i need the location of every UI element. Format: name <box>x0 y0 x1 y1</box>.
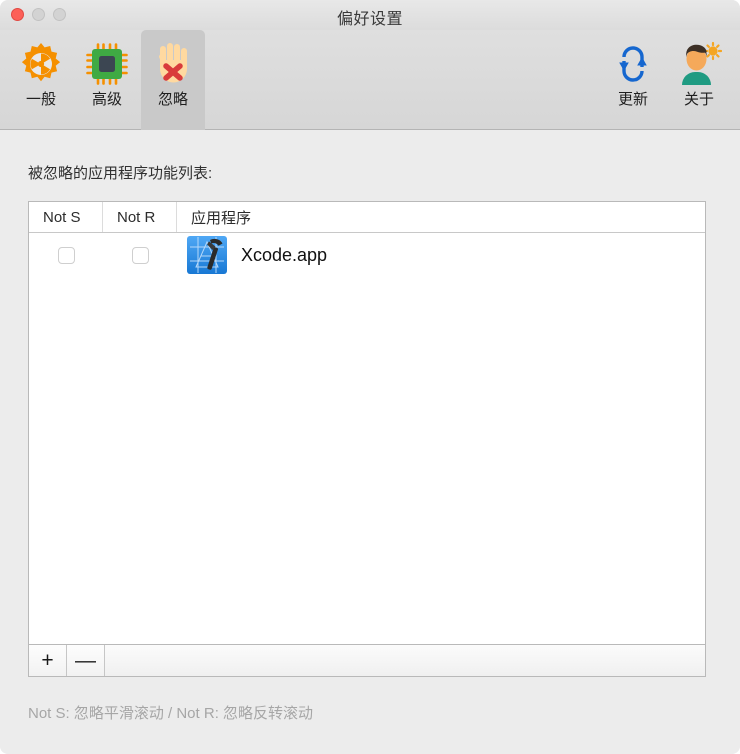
table-body: Xcode.app <box>29 233 705 644</box>
about-button[interactable]: 关于 <box>667 30 731 113</box>
page-title: 偏好设置 <box>336 11 403 28</box>
tab-ignore-label: 忽略 <box>157 91 188 108</box>
not-r-checkbox[interactable] <box>131 246 149 264</box>
table-action-bar: + — <box>28 645 706 677</box>
app-name-label: Xcode.app <box>241 244 328 265</box>
footnote-text: Not S: 忽略平滑滚动 / Not R: 忽略反转滚动 <box>28 705 314 722</box>
tab-advanced-label: 高级 <box>91 91 122 108</box>
raised-hand-x-icon <box>141 40 205 88</box>
tab-advanced[interactable]: 高级 <box>75 30 139 130</box>
add-button[interactable]: + <box>29 645 67 676</box>
preferences-window: 偏好设置 一般 高级 忽略 更新 关于 被忽略的应用程序功能列表: Not S … <box>0 0 740 754</box>
content-area: 被忽略的应用程序功能列表: Not S Not R 应用程序 Xcode.app… <box>0 130 740 753</box>
tab-general[interactable]: 一般 <box>9 30 73 130</box>
update-button[interactable]: 更新 <box>601 30 665 113</box>
table-header-row: Not S Not R 应用程序 <box>29 202 705 233</box>
toolbar-right-group: 更新 关于 <box>600 30 732 113</box>
tab-general-label: 一般 <box>25 91 56 108</box>
action-bar-spacer <box>105 645 705 676</box>
person-sun-icon <box>667 40 731 88</box>
update-label: 更新 <box>617 91 648 108</box>
about-label: 关于 <box>683 91 714 108</box>
gear-icon <box>9 40 73 88</box>
cell-not-s <box>29 233 103 277</box>
section-label: 被忽略的应用程序功能列表: <box>28 165 213 182</box>
column-header-application[interactable]: 应用程序 <box>177 202 705 232</box>
xcode-app-icon <box>185 233 229 277</box>
toolbar: 一般 高级 忽略 更新 关于 <box>0 30 740 130</box>
tab-ignore[interactable]: 忽略 <box>141 30 205 130</box>
toolbar-left-group: 一般 高级 忽略 <box>8 30 206 130</box>
cell-not-r <box>103 233 177 277</box>
remove-button[interactable]: — <box>67 645 105 676</box>
table-row[interactable]: Xcode.app <box>29 233 705 277</box>
cell-application: Xcode.app <box>177 233 705 277</box>
not-s-checkbox[interactable] <box>57 246 75 264</box>
refresh-cycle-icon <box>601 40 665 88</box>
column-header-not-r[interactable]: Not R <box>103 202 177 232</box>
column-header-not-s[interactable]: Not S <box>29 202 103 232</box>
cpu-chip-icon <box>75 40 139 88</box>
title-bar: 偏好设置 <box>0 0 740 30</box>
ignored-apps-table: Not S Not R 应用程序 Xcode.app <box>28 201 706 645</box>
